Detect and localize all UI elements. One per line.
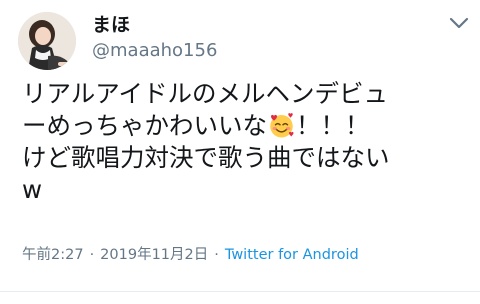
tweet-text-segment: ーめっちゃかわいいな <box>22 111 267 140</box>
tweet-text-line: w <box>22 175 43 204</box>
tweet-text-line: リアルアイドルのメルヘンデビュ <box>22 79 389 108</box>
tweet-card: まほ @maaaho156 リアルアイドルのメルヘンデビュ ーめっちゃかわいいな… <box>0 0 480 304</box>
tweet-source-link[interactable]: Twitter for Android <box>225 247 359 263</box>
tweet-text-line: ーめっちゃかわいいな ！！！ <box>22 110 472 142</box>
display-name[interactable]: まほ <box>92 14 130 36</box>
user-handle[interactable]: @maaaho156 <box>92 40 217 62</box>
avatar-photo <box>18 12 76 70</box>
tweet-time[interactable]: 午前2:27 <box>22 247 84 263</box>
tweet-text-segment: ！！！ <box>296 111 370 140</box>
meta-separator: · <box>214 247 219 263</box>
avatar[interactable] <box>18 12 76 70</box>
tweet-text: リアルアイドルのメルヘンデビュ ーめっちゃかわいいな ！！！ けど歌唱力対決で歌… <box>22 78 472 206</box>
divider <box>0 291 480 292</box>
smiling-face-with-hearts-icon <box>268 112 295 139</box>
chevron-down-icon[interactable] <box>447 14 471 32</box>
meta-separator: · <box>89 247 95 263</box>
tweet-date[interactable]: 2019年11月2日 <box>100 247 208 263</box>
tweet-meta: 午前2:27 · 2019年11月2日 · Twitter for Android <box>22 245 359 265</box>
tweet-text-line: けど歌唱力対決で歌う曲ではない <box>22 143 390 172</box>
